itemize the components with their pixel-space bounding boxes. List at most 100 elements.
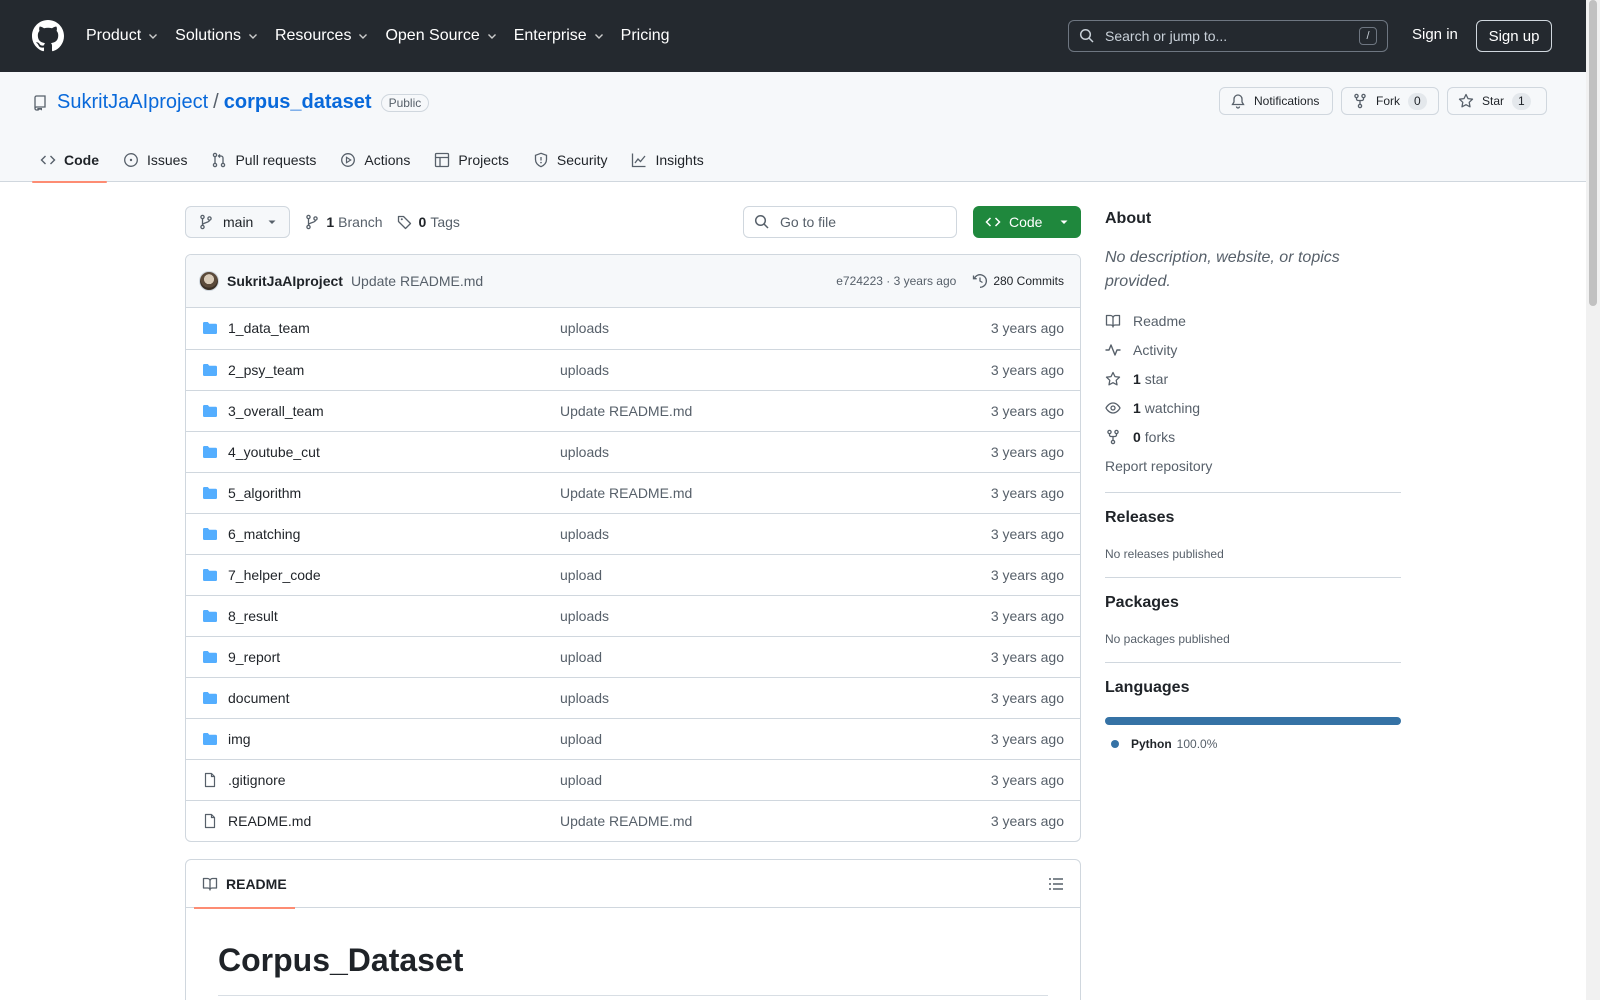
nav-pricing[interactable]: Pricing <box>621 27 670 45</box>
file-commit-age: 3 years ago <box>990 649 1064 665</box>
file-name-link[interactable]: 9_report <box>228 649 280 665</box>
commit-author-link[interactable]: SukritJaAIproject <box>227 273 343 289</box>
sign-in-link[interactable]: Sign in <box>1412 26 1458 43</box>
stars-link[interactable]: 1 star <box>1105 364 1401 393</box>
file-commit-message-link[interactable]: upload <box>560 649 602 665</box>
code-icon <box>985 214 1001 230</box>
releases-heading[interactable]: Releases <box>1105 509 1401 527</box>
file-commit-message-link[interactable]: uploads <box>560 690 609 706</box>
book-icon <box>1105 313 1123 329</box>
github-logo-icon[interactable] <box>32 20 64 52</box>
tab-issues[interactable]: Issues <box>115 138 195 182</box>
readme-tab[interactable]: README <box>194 860 295 909</box>
scrollbar-thumb[interactable] <box>1589 0 1597 306</box>
tab-projects[interactable]: Projects <box>426 138 517 182</box>
file-commit-message-link[interactable]: uploads <box>560 444 609 460</box>
page-scrollbar[interactable] <box>1586 0 1600 1000</box>
file-row[interactable]: README.md Update README.md 3 years ago <box>186 800 1080 841</box>
tab-code[interactable]: Code <box>32 138 107 183</box>
notifications-button[interactable]: Notifications <box>1219 87 1333 115</box>
nav-product[interactable]: Product <box>86 27 159 45</box>
file-commit-message-link[interactable]: upload <box>560 731 602 747</box>
file-row[interactable]: 9_report upload 3 years ago <box>186 636 1080 677</box>
go-to-file-input[interactable]: Go to file <box>743 206 957 238</box>
file-row[interactable]: 2_psy_team uploads 3 years ago <box>186 349 1080 390</box>
history-icon <box>972 273 988 289</box>
file-commit-message-link[interactable]: uploads <box>560 608 609 624</box>
file-row[interactable]: 6_matching uploads 3 years ago <box>186 513 1080 554</box>
language-item-python[interactable]: Python 100.0% <box>1105 737 1401 751</box>
tab-insights[interactable]: Insights <box>623 138 711 182</box>
tab-security[interactable]: Security <box>525 138 616 182</box>
file-commit-message-link[interactable]: upload <box>560 567 602 583</box>
stars-count: 1 <box>1133 370 1141 387</box>
code-button[interactable]: Code <box>973 206 1081 238</box>
file-row[interactable]: document uploads 3 years ago <box>186 677 1080 718</box>
avatar[interactable] <box>199 271 219 291</box>
activity-link[interactable]: Activity <box>1105 335 1401 364</box>
file-commit-message-link[interactable]: uploads <box>560 362 609 378</box>
file-row[interactable]: 4_youtube_cut uploads 3 years ago <box>186 431 1080 472</box>
tab-insights-label: Insights <box>655 152 704 168</box>
nav-open-source[interactable]: Open Source <box>385 27 497 45</box>
commit-message-link[interactable]: Update README.md <box>351 273 483 289</box>
repo-owner-link[interactable]: SukritJaAIproject <box>57 91 208 114</box>
file-row[interactable]: 5_algorithm Update README.md 3 years ago <box>186 472 1080 513</box>
nav-enterprise[interactable]: Enterprise <box>514 27 605 45</box>
forks-link[interactable]: 0 forks <box>1105 422 1401 451</box>
repo-name-link[interactable]: corpus_dataset <box>224 91 372 114</box>
file-name-link[interactable]: 1_data_team <box>228 320 310 336</box>
file-row[interactable]: 3_overall_team Update README.md 3 years ag… <box>186 390 1080 431</box>
file-name-link[interactable]: 6_matching <box>228 526 300 542</box>
file-name-link[interactable]: .gitignore <box>228 772 286 788</box>
report-repository-link[interactable]: Report repository <box>1105 451 1401 480</box>
file-row[interactable]: 8_result uploads 3 years ago <box>186 595 1080 636</box>
go-to-file-placeholder: Go to file <box>780 214 837 230</box>
nav-solutions[interactable]: Solutions <box>175 27 259 45</box>
file-name-link[interactable]: document <box>228 690 289 706</box>
fork-button[interactable]: Fork 0 <box>1341 87 1439 115</box>
file-row[interactable]: img upload 3 years ago <box>186 718 1080 759</box>
branch-select-button[interactable]: main <box>185 206 291 238</box>
forks-label: forks <box>1144 428 1176 445</box>
file-name-link[interactable]: 8_result <box>228 608 278 624</box>
sign-up-button[interactable]: Sign up <box>1476 20 1552 52</box>
file-commit-message-link[interactable]: uploads <box>560 320 609 336</box>
file-commit-message-link[interactable]: upload <box>560 772 602 788</box>
file-row[interactable]: .gitignore upload 3 years ago <box>186 759 1080 800</box>
global-search-input[interactable]: Search or jump to... / <box>1068 20 1388 52</box>
file-table: SukritJaAIproject Update README.md e7242… <box>185 254 1081 842</box>
tab-pull-requests[interactable]: Pull requests <box>203 138 324 182</box>
file-name-link[interactable]: 5_algorithm <box>228 485 301 501</box>
repo-path-separator: / <box>213 91 219 113</box>
file-name-link[interactable]: 7_helper_code <box>228 567 321 583</box>
file-commit-message-link[interactable]: Update README.md <box>560 813 692 829</box>
file-name-link[interactable]: 4_youtube_cut <box>228 444 320 460</box>
star-button[interactable]: Star 1 <box>1447 87 1547 115</box>
list-unordered-icon[interactable] <box>1048 876 1064 892</box>
tab-actions[interactable]: Actions <box>332 138 418 182</box>
packages-heading[interactable]: Packages <box>1105 594 1401 612</box>
file-commit-message-link[interactable]: Update README.md <box>560 403 692 419</box>
file-name-link[interactable]: README.md <box>228 813 311 829</box>
branches-link[interactable]: 1 Branch <box>304 214 383 230</box>
readme-link-label: Readme <box>1133 312 1186 329</box>
commit-sha-age[interactable]: e724223 · 3 years ago <box>836 274 956 288</box>
file-name-link[interactable]: 3_overall_team <box>228 403 324 419</box>
file-commit-message-link[interactable]: uploads <box>560 526 609 542</box>
file-commit-message-link[interactable]: Update README.md <box>560 485 692 501</box>
tags-link[interactable]: 0 Tags <box>397 214 460 230</box>
readme-link[interactable]: Readme <box>1105 306 1401 335</box>
commits-link[interactable]: 280 Commits <box>972 273 1064 289</box>
tag-label: Tags <box>430 214 460 230</box>
notifications-label: Notifications <box>1254 94 1320 108</box>
file-name-link[interactable]: 2_psy_team <box>228 362 304 378</box>
file-row[interactable]: 1_data_team uploads 3 years ago <box>186 308 1080 349</box>
nav-resources[interactable]: Resources <box>275 27 369 45</box>
file-row[interactable]: 7_helper_code upload 3 years ago <box>186 554 1080 595</box>
watchers-link[interactable]: 1 watching <box>1105 393 1401 422</box>
file-name-link[interactable]: img <box>228 731 251 747</box>
play-icon <box>340 152 356 168</box>
file-directory-icon <box>202 526 218 542</box>
branch-label: Branch <box>338 214 383 230</box>
